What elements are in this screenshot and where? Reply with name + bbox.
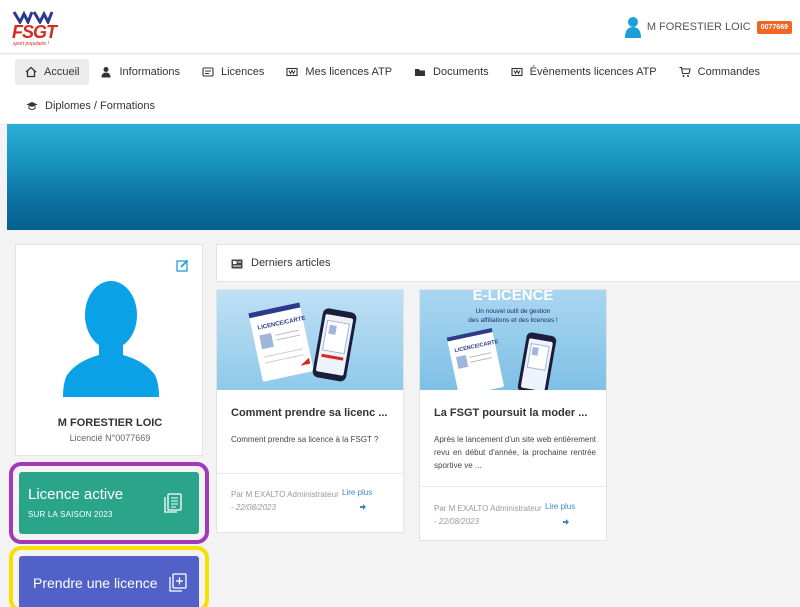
nav-label: Diplomes / Formations: [45, 100, 156, 112]
nav-row-2: Diplomes / Formations: [15, 93, 166, 119]
user-number-badge: 0077669: [756, 20, 792, 34]
article-image[interactable]: LICENCE/CARTE: [217, 290, 403, 390]
nav-label: Évènements licences ATP: [529, 66, 657, 78]
avatar-silhouette: [63, 281, 159, 397]
article-meta: Par M EXALTO Administrateur - 22/08/2023: [434, 502, 554, 528]
arrow-right-icon[interactable]: [563, 519, 569, 525]
nav-item-accueil[interactable]: Accueil: [15, 59, 90, 85]
nav-label: Commandes: [697, 66, 760, 78]
profile-name: M FORESTIER LOIC: [57, 417, 163, 429]
licence-active-title: Licence active: [28, 486, 124, 503]
arrow-right-icon[interactable]: [360, 504, 366, 510]
licence-number: Licencié N°0077669: [69, 433, 151, 443]
nav-item-informations[interactable]: Informations: [89, 59, 191, 85]
folder-icon: [415, 69, 426, 76]
main-nav: Accueil Informations Licences Mes licenc…: [0, 55, 800, 123]
nav-label: Licences: [221, 66, 265, 78]
nav-row-1: Accueil Informations Licences Mes licenc…: [15, 59, 771, 85]
user-menu[interactable]: M FORESTIER LOIC 0077669: [624, 17, 792, 38]
article-card[interactable]: E-LICENCE Un nouvel outil de gestion des…: [419, 289, 607, 541]
ticket-icon: [511, 67, 523, 77]
logo-tagline: sport populaire !: [13, 41, 49, 47]
card-icon: [202, 67, 214, 77]
article-excerpt: Après le lancement d'un site web entière…: [434, 435, 596, 470]
home-icon: [25, 66, 37, 78]
article-card[interactable]: LICENCE/CARTE Comment prendre sa licenc …: [216, 289, 404, 533]
newspaper-icon: [231, 259, 243, 269]
nav-item-documents[interactable]: Documents: [403, 59, 500, 85]
articles-header: Derniers articles: [216, 244, 800, 282]
logo-text: FSGT: [12, 22, 57, 42]
nav-item-commandes[interactable]: Commandes: [668, 59, 771, 85]
card-image-sub2: des affiliations et des licences !: [468, 317, 558, 324]
nav-label: Documents: [433, 66, 489, 78]
nav-label: Mes licences ATP: [305, 66, 393, 78]
ticket-icon: [286, 67, 298, 77]
card-image-sub1: Un nouvel outil de gestion: [476, 308, 551, 315]
cart-icon: [679, 66, 691, 77]
article-date: - 22/08/2023: [434, 517, 479, 526]
take-licence-button[interactable]: Prendre une licence: [19, 556, 199, 607]
licence-active-highlight: Licence active SUR LA SAISON 2023: [9, 462, 209, 544]
licence-active-season: SUR LA SAISON 2023: [28, 510, 113, 519]
user-name: M FORESTIER LOIC: [646, 21, 751, 33]
article-author: Par M EXALTO Administrateur: [231, 490, 339, 499]
article-author: Par M EXALTO Administrateur: [434, 504, 542, 513]
article-date: - 22/08/2023: [231, 503, 276, 512]
article-title[interactable]: Comment prendre sa licenc ...: [231, 407, 401, 419]
article-excerpt: Comment prendre sa licence à la FSGT ?: [231, 435, 379, 444]
licence-cards-icon: [164, 493, 182, 513]
article-meta: Par M EXALTO Administrateur - 22/08/2023: [231, 488, 351, 514]
licence-active-tile[interactable]: Licence active SUR LA SAISON 2023: [19, 472, 199, 534]
nav-label: Accueil: [44, 66, 80, 78]
user-avatar-icon: [624, 17, 641, 38]
read-more-link[interactable]: Lire plus: [342, 488, 372, 497]
article-title[interactable]: La FSGT poursuit la moder ...: [434, 407, 604, 419]
nav-item-diplomes-formations[interactable]: Diplomes / Formations: [15, 93, 166, 119]
add-licence-icon: [169, 573, 187, 592]
take-licence-highlight: Prendre une licence: [9, 546, 209, 607]
article-image[interactable]: E-LICENCE Un nouvel outil de gestion des…: [420, 290, 606, 390]
card-divider: [217, 473, 403, 474]
user-icon: [101, 67, 111, 78]
card-image-headline: E-LICENCE: [473, 290, 554, 304]
nav-item-licences[interactable]: Licences: [191, 59, 275, 85]
graduation-cap-icon: [26, 102, 38, 110]
nav-label: Informations: [119, 66, 180, 78]
nav-item-evenements-licences-atp[interactable]: Évènements licences ATP: [500, 59, 668, 85]
edit-icon[interactable]: [176, 259, 189, 272]
hero-banner: [7, 124, 800, 230]
articles-title: Derniers articles: [251, 257, 331, 269]
top-header: FSGT sport populaire ! M FORESTIER LOIC …: [0, 0, 800, 54]
fsgt-logo[interactable]: FSGT sport populaire !: [10, 10, 60, 47]
read-more-link[interactable]: Lire plus: [545, 502, 575, 511]
nav-item-mes-licences-atp[interactable]: Mes licences ATP: [275, 59, 403, 85]
card-divider: [420, 486, 606, 487]
take-licence-label: Prendre une licence: [33, 575, 158, 591]
profile-card: M FORESTIER LOIC Licencié N°0077669: [15, 244, 203, 456]
